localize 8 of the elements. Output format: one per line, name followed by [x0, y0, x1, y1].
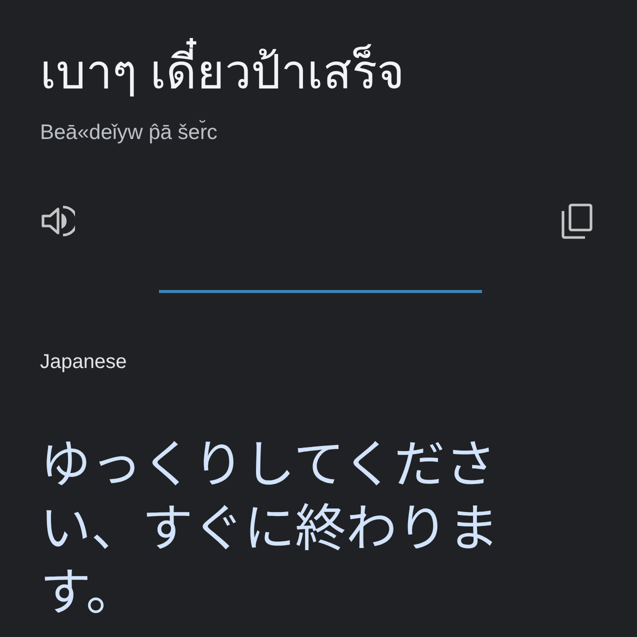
transliteration-text: Beā«deǐyw p̂ā šer̆c: [40, 120, 218, 146]
speaker-icon: [41, 205, 75, 237]
copy-button[interactable]: [559, 203, 595, 239]
speaker-button[interactable]: [40, 203, 76, 239]
translation-text: ゆっくりしてください、すぐに終わります。: [40, 428, 500, 620]
language-label: Japanese: [40, 350, 127, 374]
copy-icon: [561, 203, 593, 239]
source-text: เบาๆ เดี๋ยวป้าเสร็จ: [40, 36, 406, 108]
